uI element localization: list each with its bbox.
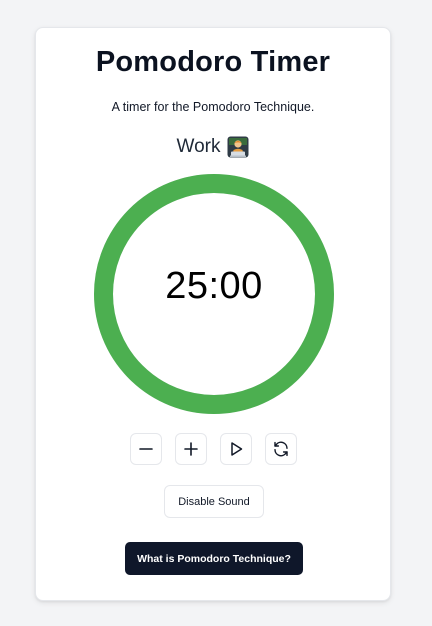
toggle-sound-button[interactable]: Disable Sound xyxy=(164,485,264,518)
timer-controls xyxy=(130,433,297,465)
refresh-icon xyxy=(274,441,288,457)
decrease-time-button[interactable] xyxy=(130,433,162,465)
timer-card: Pomodoro Timer A timer for the Pomodoro … xyxy=(35,27,391,601)
minus-icon xyxy=(139,448,153,450)
start-button[interactable] xyxy=(220,433,252,465)
reset-button[interactable] xyxy=(265,433,297,465)
play-icon xyxy=(231,442,243,456)
timer-display: 25:00 xyxy=(165,265,263,307)
session-mode-label: Work xyxy=(176,136,221,157)
page-title: Pomodoro Timer xyxy=(95,46,331,78)
pomodoro-info-button[interactable]: What is Pomodoro Technique? xyxy=(125,542,303,575)
page-subtitle: A timer for the Pomodoro Technique. xyxy=(111,100,315,114)
person-at-laptop-icon xyxy=(227,136,249,158)
increase-time-button[interactable] xyxy=(175,433,207,465)
plus-icon xyxy=(184,442,198,456)
timer-progress-ring: 25:00 xyxy=(94,174,334,414)
session-mode: Work xyxy=(36,136,390,158)
